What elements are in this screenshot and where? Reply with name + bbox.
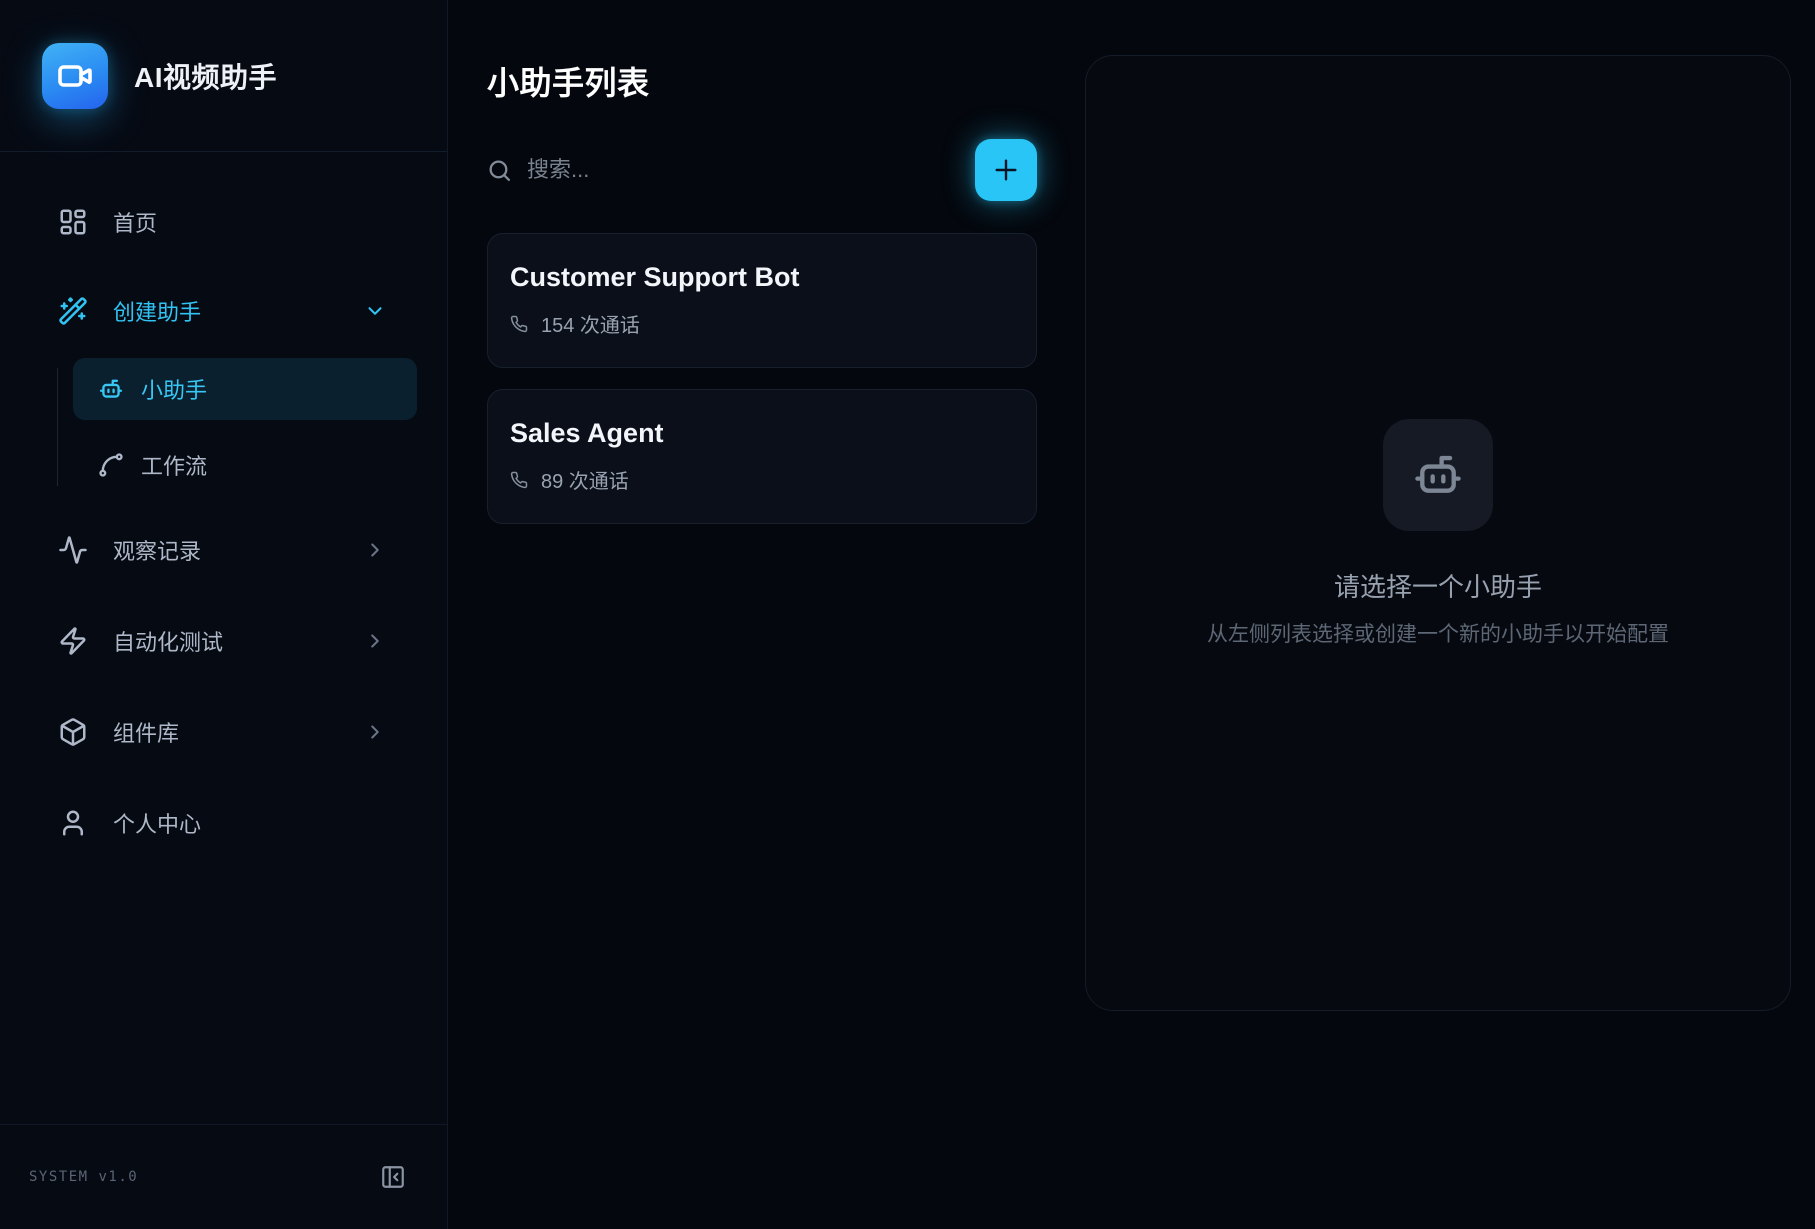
assistant-card[interactable]: Sales Agent 89 次通话 — [487, 389, 1037, 524]
phone-icon — [510, 315, 528, 333]
sidebar-item-records[interactable]: 观察记录 — [24, 522, 423, 578]
box-icon — [58, 717, 88, 747]
page-title: 小助手列表 — [487, 58, 1088, 104]
panel-left-close-icon — [380, 1164, 406, 1190]
sidebar-item-component-library[interactable]: 组件库 — [24, 704, 423, 760]
spline-icon — [97, 451, 125, 479]
search-input[interactable] — [527, 157, 975, 183]
app-logo — [42, 43, 108, 109]
app-title: AI视频助手 — [134, 56, 277, 96]
empty-state-subtitle: 从左侧列表选择或创建一个新的小助手以开始配置 — [1207, 618, 1669, 648]
sidebar-item-label: 自动化测试 — [113, 625, 223, 657]
plus-icon — [990, 154, 1022, 186]
search-icon — [487, 158, 512, 183]
chevron-right-icon — [364, 630, 386, 652]
sidebar-item-label: 观察记录 — [113, 534, 201, 566]
user-icon — [58, 808, 88, 838]
sidebar-item-home[interactable]: 首页 — [24, 194, 423, 250]
sidebar-item-create-assistant[interactable]: 创建助手 — [24, 283, 423, 339]
search-row — [487, 138, 1037, 202]
sidebar-item-label: 首页 — [113, 206, 157, 238]
collapse-sidebar-button[interactable] — [380, 1164, 406, 1190]
video-camera-icon — [57, 58, 93, 94]
system-version: SYSTEM v1.0 — [29, 1169, 138, 1185]
call-count-text: 89 次通话 — [541, 465, 629, 494]
sidebar-nav: 首页 创建助手 — [0, 152, 447, 851]
chevron-right-icon — [364, 721, 386, 743]
chevron-right-icon — [364, 539, 386, 561]
call-count-text: 154 次通话 — [541, 309, 640, 338]
zap-icon — [58, 626, 88, 656]
assistant-call-count: 89 次通话 — [510, 465, 1014, 494]
sidebar-item-label: 组件库 — [113, 716, 179, 748]
dashboard-icon — [58, 207, 88, 237]
assistant-detail-panel: 请选择一个小助手 从左侧列表选择或创建一个新的小助手以开始配置 — [1085, 55, 1791, 1011]
sidebar-subitem-label: 工作流 — [141, 449, 207, 481]
sidebar-item-label: 个人中心 — [113, 807, 201, 839]
sidebar-subitem-workflow[interactable]: 工作流 — [73, 434, 417, 496]
bot-icon — [1409, 446, 1467, 504]
empty-state-icon-box — [1383, 419, 1493, 531]
sidebar-footer: SYSTEM v1.0 — [0, 1124, 447, 1229]
sidebar: AI视频助手 首页 创建助手 — [0, 0, 448, 1229]
sidebar-subitem-label: 小助手 — [141, 373, 207, 405]
assistant-call-count: 154 次通话 — [510, 309, 1014, 338]
bot-icon — [97, 375, 125, 403]
sidebar-subitem-assistant[interactable]: 小助手 — [73, 358, 417, 420]
assistant-name: Customer Support Bot — [510, 262, 1014, 293]
magic-wand-icon — [58, 296, 88, 326]
assistant-list-panel: 小助手列表 Customer Support Bot 154 次通话 — [448, 0, 1088, 524]
chevron-down-icon — [364, 300, 386, 322]
sidebar-item-profile[interactable]: 个人中心 — [24, 795, 423, 851]
assistant-card[interactable]: Customer Support Bot 154 次通话 — [487, 233, 1037, 368]
sidebar-item-label: 创建助手 — [113, 295, 201, 327]
empty-state-title: 请选择一个小助手 — [1334, 567, 1542, 604]
assistant-name: Sales Agent — [510, 418, 1014, 449]
phone-icon — [510, 471, 528, 489]
sidebar-item-automation-testing[interactable]: 自动化测试 — [24, 613, 423, 669]
activity-icon — [58, 535, 88, 565]
add-assistant-button[interactable] — [975, 139, 1037, 201]
create-assistant-submenu: 小助手 工作流 — [24, 358, 423, 496]
sidebar-header: AI视频助手 — [0, 0, 447, 152]
